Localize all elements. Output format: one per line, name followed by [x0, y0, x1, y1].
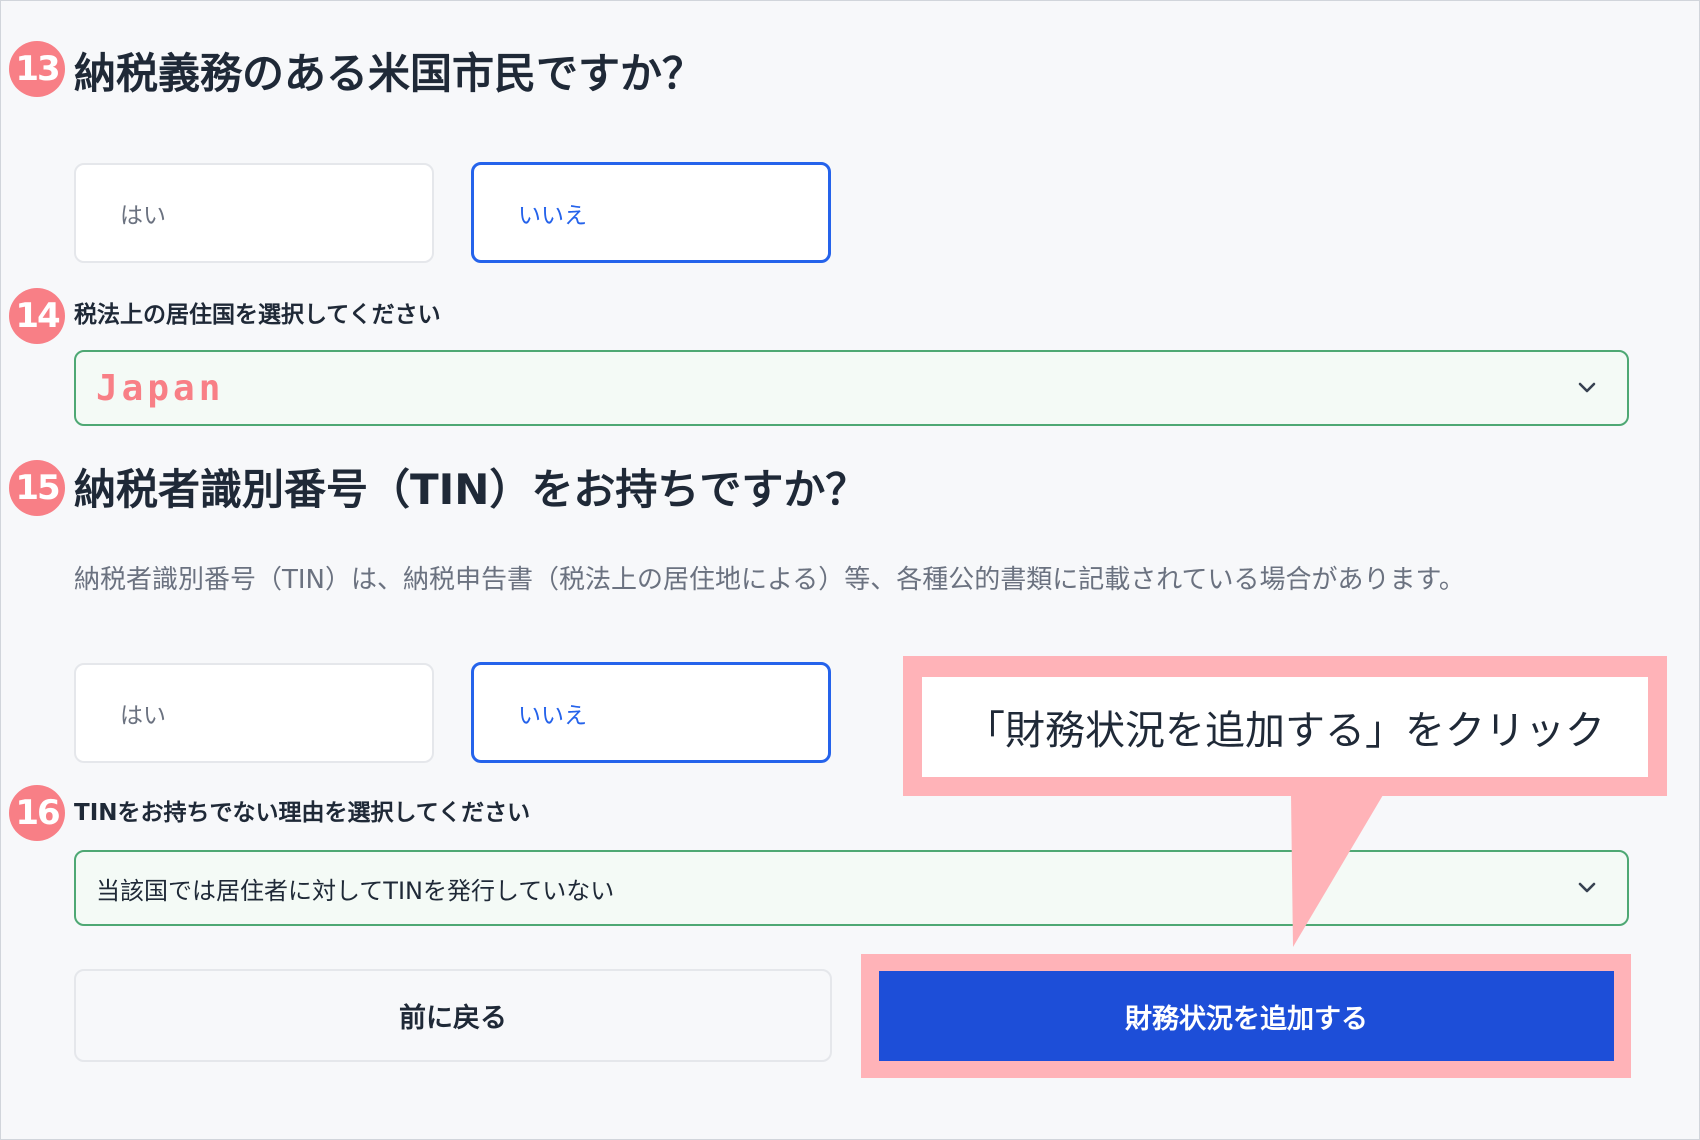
step-badge-16: 16	[9, 785, 65, 841]
has-tin-option-yes[interactable]: はい	[74, 663, 434, 763]
us-citizen-option-yes[interactable]: はい	[74, 163, 434, 263]
question-has-tin: 納税者識別番号（TIN）をお持ちですか？	[74, 465, 868, 514]
add-financial-status-button[interactable]: 財務状況を追加する	[879, 971, 1614, 1061]
callout-pointer	[1291, 795, 1383, 947]
step-badge-15: 15	[9, 460, 65, 516]
step-badge-13: 13	[9, 41, 65, 97]
option-label: はい	[120, 703, 166, 729]
step-badge-14: 14	[9, 288, 65, 344]
tax-residence-label: 税法上の居住国を選択してください	[74, 302, 441, 328]
has-tin-option-no[interactable]: いいえ	[471, 662, 831, 763]
no-tin-reason-value: 当該国では居住者に対してTINを発行していない	[96, 876, 615, 905]
back-button[interactable]: 前に戻る	[74, 969, 832, 1062]
callout-text: 「財務状況を追加する」をクリック	[922, 677, 1648, 777]
form-page: 13 納税義務のある米国市民ですか？ はい いいえ 14 税法上の居住国を選択し…	[0, 0, 1700, 1140]
tax-residence-value: Japan	[96, 367, 225, 409]
tax-residence-select[interactable]: Japan	[74, 350, 1629, 426]
option-label: いいえ	[518, 702, 587, 729]
tin-description: 納税者識別番号（TIN）は、納税申告書（税法上の居住地による）等、各種公的書類に…	[74, 565, 1465, 595]
chevron-down-icon	[1578, 382, 1596, 393]
no-tin-reason-label: TINをお持ちでない理由を選択してください	[74, 800, 531, 826]
option-label: いいえ	[518, 202, 587, 229]
chevron-down-icon	[1578, 882, 1596, 893]
question-us-citizen: 納税義務のある米国市民ですか？	[74, 49, 705, 98]
option-label: はい	[120, 203, 166, 229]
us-citizen-option-no[interactable]: いいえ	[471, 162, 831, 263]
